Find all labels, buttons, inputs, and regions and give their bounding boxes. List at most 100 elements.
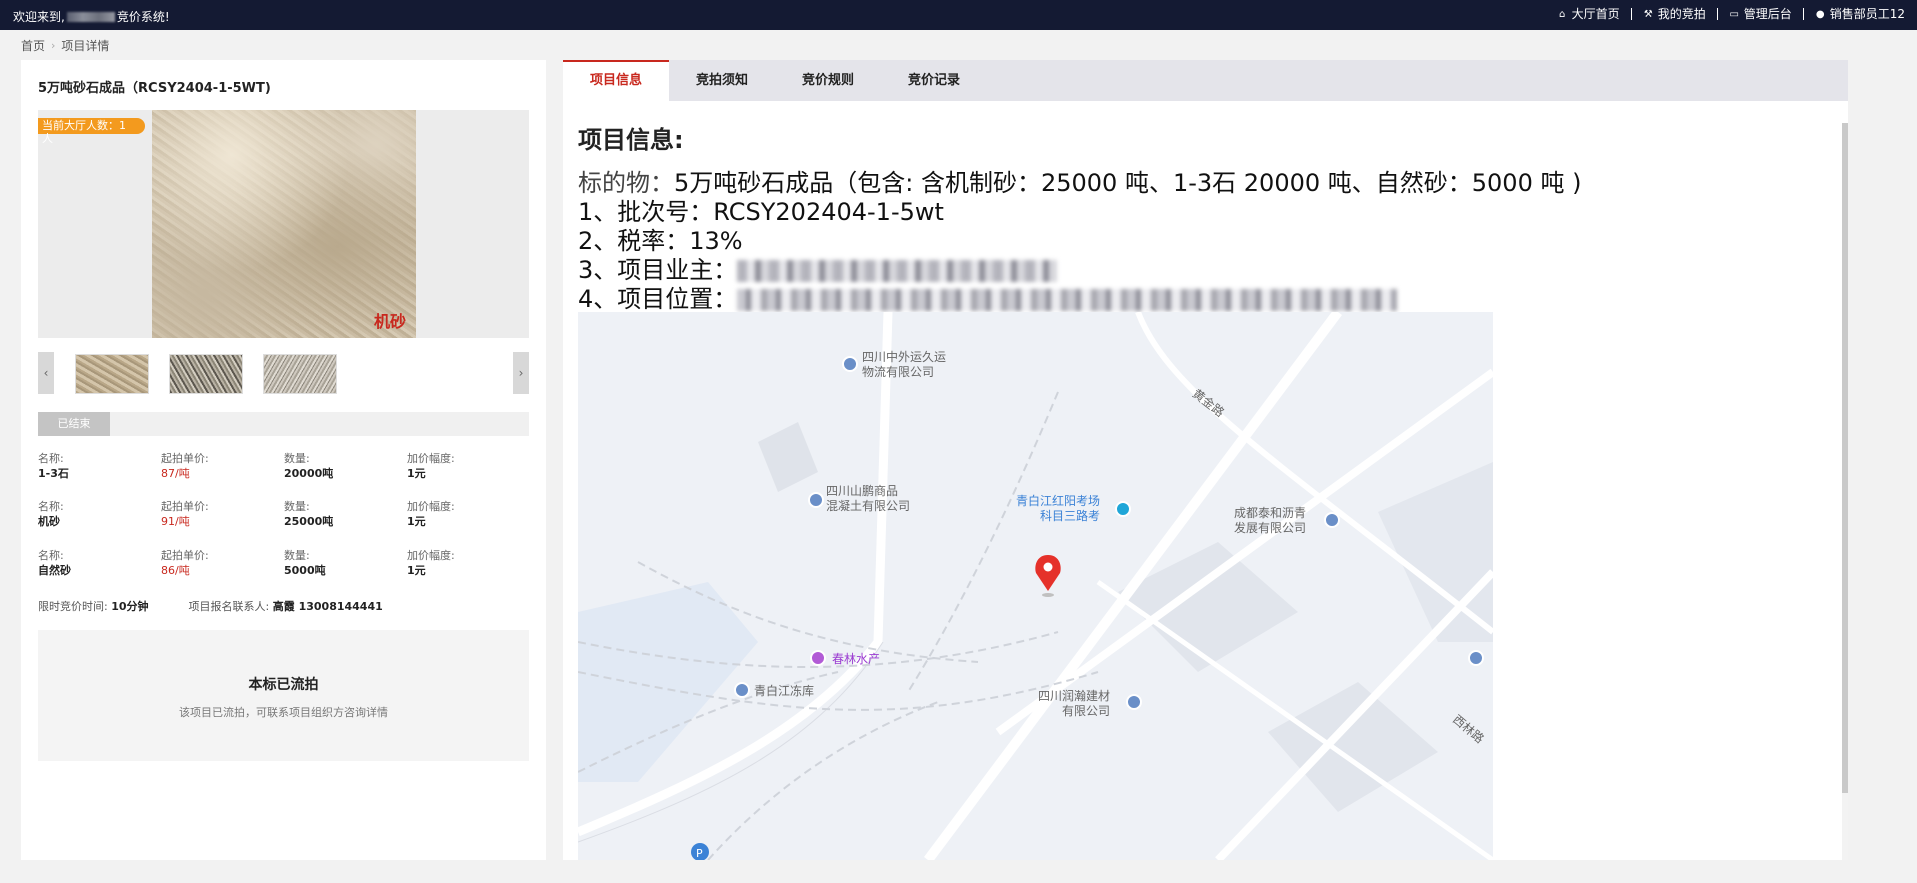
nav-label: 我的竞拍 (1657, 7, 1706, 21)
field-label: 起拍单价: (161, 500, 209, 513)
scrollbar-thumb[interactable] (1842, 123, 1848, 793)
field-label: 起拍单价: (161, 549, 209, 562)
section-heading: 项目信息: (578, 126, 684, 154)
tab-bidding-rules[interactable]: 竞价规则 (775, 60, 881, 101)
lot-increment: 1元 (407, 515, 426, 528)
map-building-icon (1126, 694, 1142, 710)
field-label: 起拍单价: (161, 452, 209, 465)
lot-increment: 1元 (407, 467, 426, 480)
field-label: 加价幅度: (407, 452, 455, 465)
breadcrumb-current: 项目详情 (61, 39, 110, 53)
project-info-content: 项目信息: 标的物：5万吨砂石成品（包含: 含机制砂：25000 吨、1-3石 … (578, 120, 1581, 314)
field-label: 名称: (38, 500, 64, 513)
field-label: 加价幅度: (407, 500, 455, 513)
time-limit-value: 10分钟 (111, 600, 149, 613)
field-label: 数量: (284, 500, 310, 513)
map-label: 四川润瀚建材 有限公司 (1038, 689, 1111, 718)
project-meta: 限时竞价时间: 10分钟 项目报名联系人: 高霞 13008144441 (38, 598, 383, 614)
chevron-left-icon[interactable]: ‹ (38, 352, 54, 394)
lot-quantity: 20000吨 (284, 467, 334, 480)
gavel-icon: ⚒ (1643, 8, 1653, 20)
map-shop-icon (810, 650, 826, 666)
breadcrumb: 首页 › 项目详情 (21, 37, 109, 54)
map-label: 四川中外运久运 物流有限公司 (862, 350, 947, 379)
map-label: 成都泰和沥青 发展有限公司 (1234, 506, 1307, 535)
lot-start-price: 86/吨 (161, 564, 190, 577)
nav-label: 销售部员工12 (1829, 7, 1905, 21)
online-count-badge: 当前大厅人数：1 人 (38, 118, 145, 145)
image-gallery: 机砂 当前大厅人数：1 人 (38, 110, 529, 338)
lot-name: 1-3石 (38, 467, 69, 480)
owner-line: 3、项目业主： (578, 256, 1581, 285)
map-building-icon (734, 682, 750, 698)
welcome-message: 欢迎来到, 竞价系统! (13, 8, 170, 25)
lot-start-price: 91/吨 (161, 515, 190, 528)
subject-line: 标的物：5万吨砂石成品（包含: 含机制砂：25000 吨、1-3石 20000 … (578, 169, 1581, 198)
map-landmark-icon (1115, 501, 1131, 517)
map-roads: P (578, 312, 1493, 860)
field-label: 标的物： (578, 169, 674, 197)
map-label: 春林水产 (832, 652, 881, 666)
lot-quantity: 5000吨 (284, 564, 326, 577)
nav-hall-home[interactable]: ⌂ 大厅首页 (1546, 8, 1632, 20)
lot-increment: 1元 (407, 564, 426, 577)
svg-text:P: P (696, 847, 703, 860)
contact-value: 高霞 13008144441 (272, 600, 383, 613)
home-icon: ⌂ (1558, 8, 1566, 20)
batch-line: 1、批次号：RCSY202404-1-5wt (578, 198, 944, 226)
top-nav: ⌂ 大厅首页 ⚒ 我的竞拍 ▭ 管理后台 ● 销售部员工12 (1546, 8, 1905, 20)
field-label: 名称: (38, 549, 64, 562)
tab-auction-notice[interactable]: 竞拍须知 (669, 60, 775, 101)
redacted-owner (737, 260, 1058, 282)
image-watermark: 机砂 (373, 312, 406, 331)
status-bar: 已结束 (38, 412, 529, 436)
nav-user[interactable]: ● 销售部员工12 (1804, 8, 1905, 20)
field-label: 数量: (284, 549, 310, 562)
top-bar: 欢迎来到, 竞价系统! ⌂ 大厅首页 ⚒ 我的竞拍 ▭ 管理后台 ● 销售部员工… (0, 0, 1917, 30)
lot-row: 名称: 1-3石 起拍单价: 87/吨 数量: 20000吨 加价幅度: 1元 (38, 452, 529, 486)
field-label: 4、项目位置： (578, 285, 738, 313)
field-label: 加价幅度: (407, 549, 455, 562)
tab-bid-records[interactable]: 竞价记录 (881, 60, 987, 101)
scrollbar[interactable] (1842, 123, 1848, 860)
chevron-right-icon[interactable]: › (513, 352, 529, 394)
tab-bar: 项目信息 竞拍须知 竞价规则 竞价记录 (563, 60, 1848, 101)
lot-row: 名称: 机砂 起拍单价: 91/吨 数量: 25000吨 加价幅度: 1元 (38, 500, 529, 534)
map-building-icon (842, 356, 858, 372)
project-title: 5万吨砂石成品（RCSY2404-1-5WT) (38, 81, 271, 96)
lot-start-price: 87/吨 (161, 467, 190, 480)
main-product-image[interactable]: 机砂 (152, 110, 416, 338)
map-label: 四川山鹏商品 混凝土有限公司 (826, 484, 911, 513)
breadcrumb-home[interactable]: 首页 (21, 37, 45, 54)
field-label: 3、项目业主： (578, 256, 738, 284)
lot-quantity: 25000吨 (284, 515, 334, 528)
location-map[interactable]: P 四川中外运久运 物流有限公司 黄金路 四川山鹏商品 混凝土有限公司 青白江红… (578, 312, 1493, 860)
nav-admin[interactable]: ▭ 管理后台 (1718, 8, 1804, 20)
map-building-icon (1468, 650, 1484, 666)
lot-name: 机砂 (38, 515, 60, 528)
map-building-icon (808, 492, 824, 508)
time-limit: 限时竞价时间: 10分钟 (38, 598, 149, 614)
field-label: 项目报名联系人: (188, 600, 270, 613)
location-line: 4、项目位置： (578, 285, 1581, 314)
notice-title: 本标已流拍 (248, 677, 319, 693)
field-label: 数量: (284, 452, 310, 465)
welcome-prefix: 欢迎来到, (13, 10, 65, 24)
tab-project-info[interactable]: 项目信息 (563, 60, 669, 101)
nav-my-auctions[interactable]: ⚒ 我的竞拍 (1632, 8, 1718, 20)
project-summary-panel: 5万吨砂石成品（RCSY2404-1-5WT) 机砂 当前大厅人数：1 人 ‹ … (21, 60, 546, 860)
field-label: 名称: (38, 452, 64, 465)
thumbnail-3[interactable] (263, 354, 337, 394)
user-icon: ● (1815, 8, 1825, 20)
thumbnail-strip: ‹ › (38, 352, 529, 394)
nav-label: 管理后台 (1743, 7, 1792, 21)
redacted-location (737, 289, 1398, 311)
contact: 项目报名联系人: 高霞 13008144441 (189, 598, 383, 614)
nav-label: 大厅首页 (1571, 7, 1620, 21)
map-building-icon (1324, 512, 1340, 528)
thumbnail-2[interactable] (169, 354, 243, 394)
redacted-system-name (66, 11, 115, 22)
thumbnail-1[interactable] (75, 354, 149, 394)
online-count-text-wrap: 人 (42, 132, 53, 145)
project-detail-panel: 项目信息 竞拍须知 竞价规则 竞价记录 项目信息: 标的物：5万吨砂石成品（包含… (563, 60, 1848, 860)
